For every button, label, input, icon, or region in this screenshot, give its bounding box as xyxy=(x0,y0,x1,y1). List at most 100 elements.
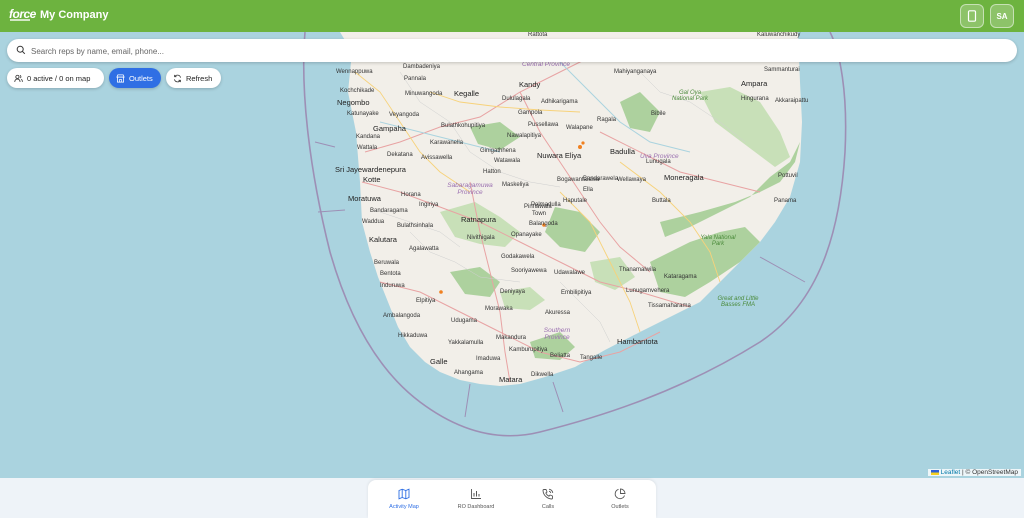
map-label: Veyangoda xyxy=(389,112,420,118)
phone-call-icon xyxy=(542,488,554,500)
device-toggle-button[interactable] xyxy=(960,4,984,28)
park-label: Great and Little Basses FMA xyxy=(717,296,759,308)
map-label: Balangoda xyxy=(529,221,558,227)
map-label: Kataragama xyxy=(664,274,697,280)
map-label: Negombo xyxy=(337,98,370,107)
map-view[interactable]: Wennappuwa Dambadeniya Pannala Kochchika… xyxy=(0,32,1024,478)
nav-label: Outlets xyxy=(611,504,629,510)
map-label: Pinnawala xyxy=(524,204,552,210)
map-label: Adhikarigama xyxy=(541,99,578,105)
map-label: Bibile xyxy=(651,111,666,117)
map-label: Galle xyxy=(430,357,448,366)
map-label: Beruwala xyxy=(374,260,400,266)
pie-chart-icon xyxy=(614,488,626,500)
map-label: Makandura xyxy=(496,335,527,341)
nav-ro-dashboard[interactable]: RO Dashboard xyxy=(440,480,512,518)
map-label: Bulathkohupitiya xyxy=(441,123,486,129)
map-label: Udawalawe xyxy=(554,270,586,276)
map-label: Tangalle xyxy=(580,355,603,361)
map-label: Yakkalamulla xyxy=(448,340,484,346)
map-label: Morawaka xyxy=(485,306,513,312)
map-label: Dululagala xyxy=(502,96,531,102)
outlets-toggle-button[interactable]: Outlets xyxy=(109,68,161,88)
map-label: Sri Jayewardenepura xyxy=(335,165,406,174)
map-label: Kandana xyxy=(356,134,381,140)
map-label: Kandy xyxy=(519,80,541,89)
map-label: Bulathsinhala xyxy=(397,223,434,229)
map-label: Kochchikade xyxy=(340,88,375,94)
search-input[interactable] xyxy=(29,43,993,59)
osm-attribution[interactable]: | © OpenStreetMap xyxy=(962,469,1018,476)
map-label: Udugama xyxy=(451,318,478,324)
map-label: Rattota xyxy=(528,32,548,38)
map-label: Dekatana xyxy=(387,152,413,158)
nav-calls[interactable]: Calls xyxy=(512,480,584,518)
map-label: Watawala xyxy=(494,158,521,164)
map-label: Ragala xyxy=(597,117,617,123)
map-label: Hingurana xyxy=(741,96,769,102)
nav-label: RO Dashboard xyxy=(457,504,495,510)
map-label: Imaduwa xyxy=(476,356,501,362)
map-label: Godakawela xyxy=(501,254,535,260)
map-label: Horana xyxy=(401,192,421,198)
map-label: Opanayake xyxy=(511,232,542,238)
nav-activity-map[interactable]: Activity Map xyxy=(368,480,440,518)
active-reps-chip[interactable]: 0 active / 0 on map xyxy=(7,68,104,88)
map-label: Ambalangoda xyxy=(383,313,421,319)
park-label: Yala National Park xyxy=(700,235,736,247)
region-label: Sabaragamuwa Province xyxy=(447,182,493,196)
map-label: Kegalle xyxy=(454,89,480,98)
nav-outlets[interactable]: Outlets xyxy=(584,480,656,518)
logo-underline xyxy=(10,19,30,21)
map-label: Matara xyxy=(499,375,523,384)
map-label: Mahiyanganaya xyxy=(614,69,657,75)
map-label: Buttala xyxy=(652,198,671,204)
map-label: Bogawantalawa xyxy=(557,177,600,183)
nav-label: Activity Map xyxy=(389,504,419,510)
map-label: Kalutara xyxy=(369,235,397,244)
map-label: Gampaha xyxy=(373,124,406,133)
active-reps-label: 0 active / 0 on map xyxy=(27,73,91,83)
leaflet-link[interactable]: Leaflet xyxy=(941,469,961,476)
map-label: Ratnapura xyxy=(461,215,497,224)
map-label: Induruwa xyxy=(380,283,405,289)
bottom-nav: Activity Map RO Dashboard Calls Outlets xyxy=(368,480,656,518)
avatar[interactable]: SA xyxy=(990,4,1014,28)
store-icon xyxy=(116,73,125,83)
map-label: Embilipitiya xyxy=(561,290,592,296)
map-icon xyxy=(398,488,410,500)
map-label: Ginigathhena xyxy=(480,148,516,154)
map-label: Panama xyxy=(774,198,797,204)
map-label: Elpitiya xyxy=(416,298,436,304)
map-label: Ahangama xyxy=(454,370,484,376)
region-label: Southern Province xyxy=(543,327,571,341)
map-attribution: Leaflet | © OpenStreetMap xyxy=(927,469,1021,476)
map-label: Akuressa xyxy=(545,310,571,316)
map-label: Minuwangoda xyxy=(405,91,443,97)
bar-chart-icon xyxy=(471,489,481,499)
map-label: Wattala xyxy=(357,145,378,151)
map-label: Sammanturai xyxy=(764,67,800,73)
map-label: Badulla xyxy=(610,147,636,156)
map-label: Akkaraipattu xyxy=(775,98,809,104)
search-bar xyxy=(7,39,1017,62)
map-label: Ampara xyxy=(741,79,768,88)
map-label: Deniyaya xyxy=(500,289,526,295)
map-label: Moratuwa xyxy=(348,194,381,203)
map-label: Maskeliya xyxy=(502,182,529,188)
map-label: Hikkaduwa xyxy=(398,333,428,339)
map-label: Avissawella xyxy=(421,155,453,161)
users-icon xyxy=(14,74,23,82)
map-label: Beliatta xyxy=(550,353,571,359)
map-label: Katunayake xyxy=(347,111,379,117)
map-label: Nivithigala xyxy=(467,235,495,241)
map-label: Agalawatta xyxy=(409,246,439,252)
region-label: Uva Province xyxy=(640,153,679,160)
map-label: Pannala xyxy=(404,76,427,82)
map-label: Bentota xyxy=(380,271,401,277)
map-label: Ella xyxy=(583,187,594,193)
map-label: Lunugamvehera xyxy=(626,288,670,294)
map-label: Gampola xyxy=(518,110,543,116)
map-label: Thanamalwila xyxy=(619,267,657,273)
refresh-button[interactable]: Refresh xyxy=(166,68,221,88)
